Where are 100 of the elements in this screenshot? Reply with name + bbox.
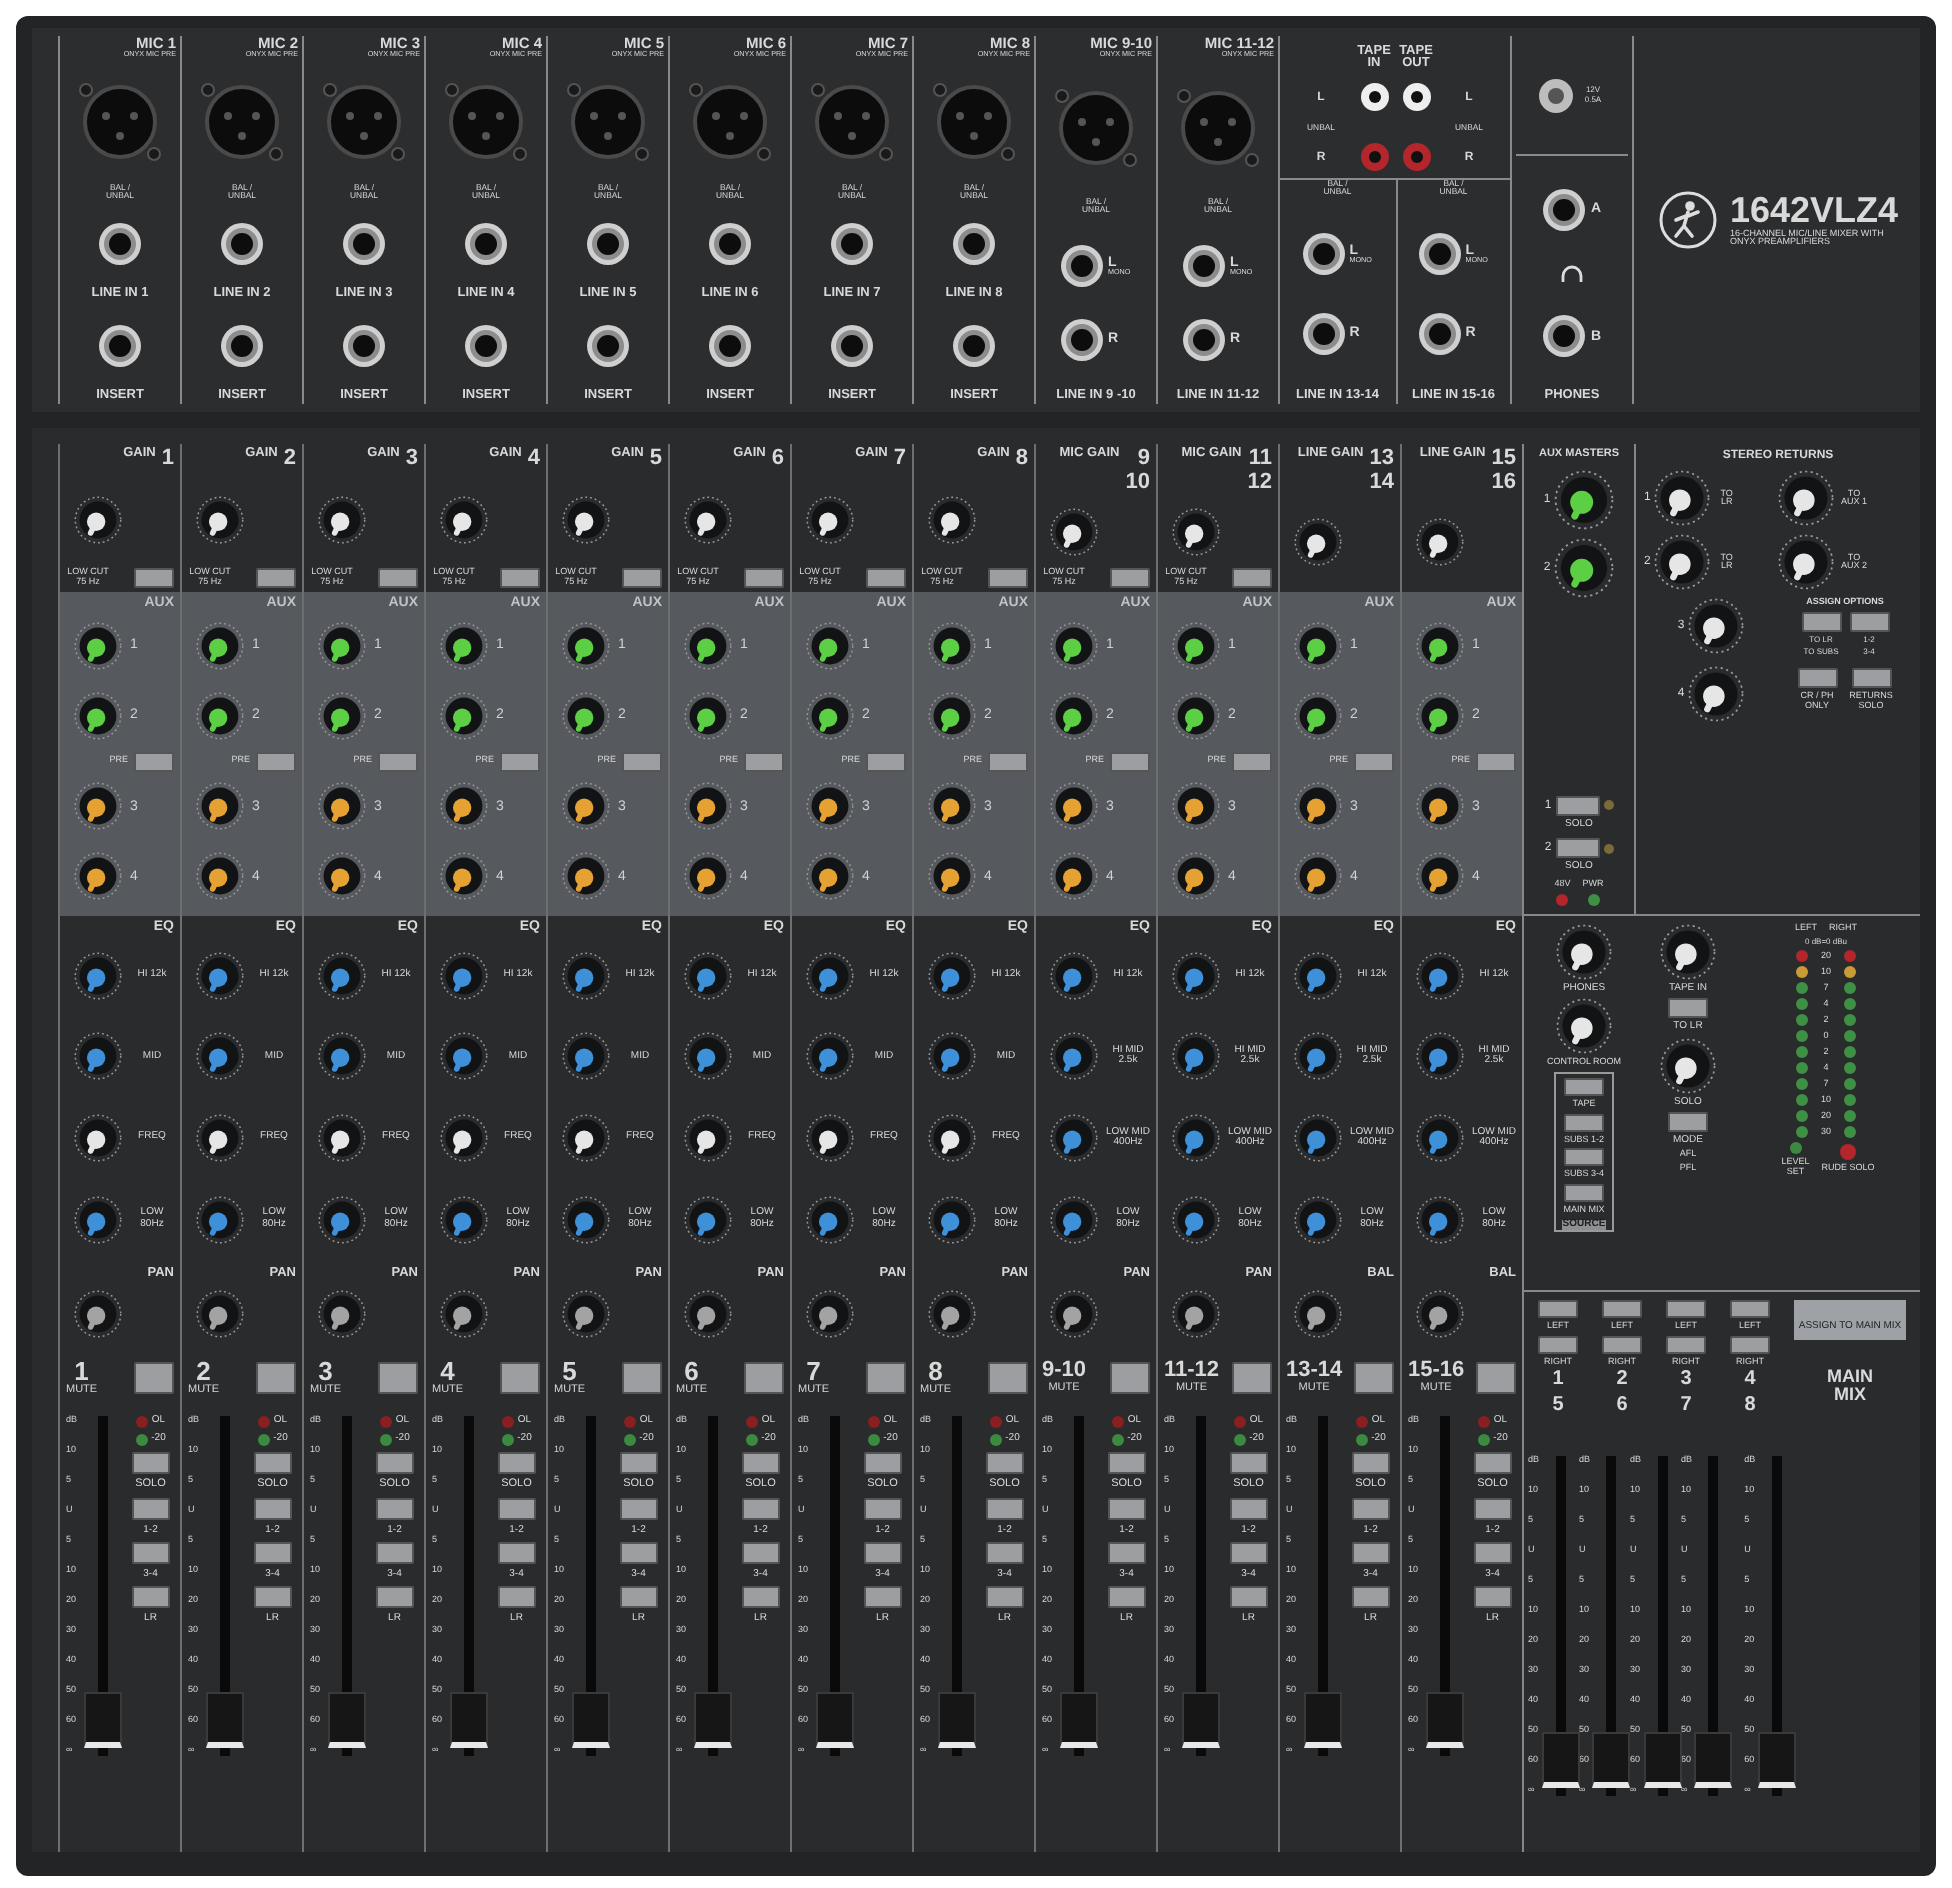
aux-send-knob[interactable] — [1172, 621, 1220, 670]
assign-button[interactable] — [131, 1542, 170, 1565]
assign-button[interactable] — [1351, 1586, 1390, 1609]
eq-knob[interactable] — [440, 1032, 488, 1081]
aux-send-knob[interactable] — [1294, 782, 1342, 831]
fader-knob[interactable] — [205, 1691, 244, 1748]
pre-button[interactable] — [744, 751, 784, 772]
source-button[interactable] — [1564, 1077, 1604, 1096]
aux-send-knob[interactable] — [1050, 621, 1098, 670]
aux-send-knob[interactable] — [440, 852, 488, 901]
fader-knob[interactable] — [83, 1691, 122, 1748]
aux-send-knob[interactable] — [928, 692, 976, 741]
pan-knob[interactable] — [684, 1290, 732, 1339]
solo-button[interactable] — [1107, 1452, 1146, 1474]
solo-level-knob[interactable] — [1660, 1037, 1716, 1093]
pan-knob[interactable] — [928, 1290, 976, 1339]
gain-knob[interactable] — [684, 495, 732, 544]
pre-button[interactable] — [134, 751, 174, 772]
aux-send-knob[interactable] — [318, 852, 366, 901]
frequency-knob[interactable] — [440, 1114, 488, 1163]
frequency-knob[interactable] — [928, 1114, 976, 1163]
tape-in-knob[interactable] — [1660, 924, 1716, 980]
gain-knob[interactable] — [196, 495, 244, 544]
aux-send-knob[interactable] — [440, 621, 488, 670]
mute-button[interactable] — [622, 1362, 662, 1394]
mute-button[interactable] — [256, 1362, 296, 1394]
assign-button[interactable] — [741, 1586, 780, 1609]
eq-knob[interactable] — [196, 1195, 244, 1244]
low-cut-button[interactable] — [622, 568, 662, 588]
eq-knob[interactable] — [1416, 1195, 1464, 1244]
aux-send-knob[interactable] — [928, 852, 976, 901]
return-knob[interactable] — [1688, 598, 1745, 655]
frequency-knob[interactable] — [318, 1114, 366, 1163]
return-knob[interactable] — [1778, 534, 1834, 591]
aux-send-knob[interactable] — [1294, 621, 1342, 670]
aux-send-knob[interactable] — [318, 621, 366, 670]
eq-knob[interactable] — [74, 1195, 122, 1244]
pre-button[interactable] — [256, 751, 296, 772]
frequency-knob[interactable] — [196, 1114, 244, 1163]
fader-knob[interactable] — [1592, 1731, 1631, 1788]
solo-button[interactable] — [253, 1452, 292, 1474]
solo-button[interactable] — [985, 1452, 1024, 1474]
mute-button[interactable] — [1354, 1362, 1394, 1394]
assign-left-button[interactable] — [1666, 1300, 1706, 1318]
solo-button[interactable] — [1555, 795, 1600, 816]
assign-button[interactable] — [131, 1586, 170, 1609]
eq-knob[interactable] — [928, 951, 976, 1000]
aux-send-knob[interactable] — [196, 692, 244, 741]
pan-knob[interactable] — [806, 1290, 854, 1339]
eq-knob[interactable] — [684, 1195, 732, 1244]
aux-send-knob[interactable] — [196, 852, 244, 901]
assign-button[interactable] — [131, 1497, 170, 1520]
pre-button[interactable] — [988, 751, 1028, 772]
aux-send-knob[interactable] — [806, 621, 854, 670]
mode-button[interactable] — [1668, 1111, 1708, 1132]
eq-knob[interactable] — [74, 1032, 122, 1081]
gain-knob[interactable] — [562, 495, 610, 544]
aux-send-knob[interactable] — [684, 621, 732, 670]
eq-knob[interactable] — [806, 951, 854, 1000]
fader-knob[interactable] — [327, 1691, 366, 1748]
eq-knob[interactable] — [440, 1195, 488, 1244]
pre-button[interactable] — [1232, 751, 1272, 772]
eq-knob[interactable] — [1416, 1032, 1464, 1081]
aux-master-knob[interactable] — [1554, 537, 1615, 598]
low-cut-button[interactable] — [500, 568, 540, 588]
aux-send-knob[interactable] — [440, 782, 488, 831]
gain-knob[interactable] — [1172, 507, 1220, 556]
frequency-knob[interactable] — [806, 1114, 854, 1163]
pre-button[interactable] — [500, 751, 540, 772]
eq-knob[interactable] — [1050, 951, 1098, 1000]
assign-right-button[interactable] — [1666, 1335, 1706, 1354]
assign-button[interactable] — [1473, 1542, 1512, 1565]
assign-button[interactable] — [375, 1586, 414, 1609]
assign-button[interactable] — [1107, 1586, 1146, 1609]
low-cut-button[interactable] — [378, 568, 418, 588]
low-cut-button[interactable] — [256, 568, 296, 588]
pre-button[interactable] — [866, 751, 906, 772]
gain-knob[interactable] — [1294, 517, 1342, 566]
pan-knob[interactable] — [1294, 1290, 1342, 1339]
low-cut-button[interactable] — [1110, 568, 1150, 588]
aux-send-knob[interactable] — [562, 852, 610, 901]
frequency-knob[interactable] — [74, 1114, 122, 1163]
eq-knob[interactable] — [1172, 1114, 1220, 1163]
mute-button[interactable] — [1232, 1362, 1272, 1394]
assign-button[interactable] — [1107, 1542, 1146, 1565]
aux-master-knob[interactable] — [1554, 469, 1615, 530]
assign-button[interactable] — [985, 1497, 1024, 1520]
pan-knob[interactable] — [440, 1290, 488, 1339]
solo-button[interactable] — [375, 1452, 414, 1474]
assign-button[interactable] — [985, 1542, 1024, 1565]
gain-knob[interactable] — [806, 495, 854, 544]
pre-button[interactable] — [378, 751, 418, 772]
fader-knob[interactable] — [1694, 1731, 1733, 1788]
assign-button[interactable] — [375, 1542, 414, 1565]
pre-button[interactable] — [1476, 751, 1516, 772]
assign-button[interactable] — [619, 1497, 658, 1520]
assign-right-button[interactable] — [1602, 1335, 1642, 1354]
fader-knob[interactable] — [1303, 1691, 1342, 1748]
eq-knob[interactable] — [1050, 1114, 1098, 1163]
assign-button[interactable] — [863, 1542, 902, 1565]
